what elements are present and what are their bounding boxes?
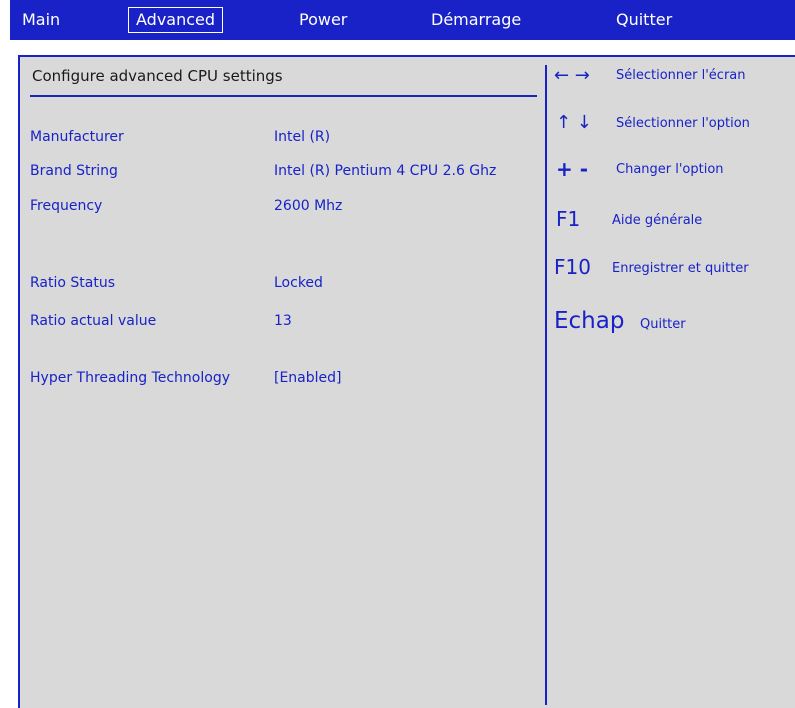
arrows-left-right-icon: ← → [554,65,590,86]
panel-divider [545,65,547,705]
menu-tab-main[interactable]: Main [22,7,60,33]
help-desc-save-exit: Enregistrer et quitter [612,261,749,276]
bios-menu-bar: Main Advanced Power Démarrage Quitter [10,0,795,40]
menu-tab-demarrage[interactable]: Démarrage [431,7,521,33]
setting-label: Ratio actual value [30,313,157,329]
hyper-threading-option[interactable]: [Enabled] [274,370,342,386]
setting-row-manufacturer: Manufacturer Intel (R) [20,129,545,151]
key-help-panel: ← → Sélectionner l'écran ↑ ↓ Sélectionne… [548,57,795,707]
key-f10: F10 [554,255,591,279]
setting-label: Manufacturer [30,129,124,145]
setting-value: 13 [274,313,292,329]
plus-minus-icon: + - [556,157,589,181]
key-echap: Echap [554,308,625,334]
help-desc-select-option: Sélectionner l'option [616,116,750,131]
title-divider [30,95,537,97]
setting-row-hyper-threading[interactable]: Hyper Threading Technology [Enabled] [20,370,545,392]
setting-label: Brand String [30,163,118,179]
help-desc-change-option: Changer l'option [616,162,724,177]
settings-frame: Configure advanced CPU settings Manufact… [18,55,795,708]
setting-row-brand-string: Brand String Intel (R) Pentium 4 CPU 2.6… [20,163,545,185]
setting-value: Intel (R) [274,129,331,145]
menu-tab-advanced[interactable]: Advanced [128,7,224,33]
help-desc-select-screen: Sélectionner l'écran [616,68,746,83]
help-desc-quit: Quitter [640,317,686,332]
arrows-up-down-icon: ↑ ↓ [556,112,592,133]
setting-row-ratio-actual-value: Ratio actual value 13 [20,313,545,335]
help-desc-general-help: Aide générale [612,213,703,228]
setting-label: Hyper Threading Technology [30,370,230,386]
menu-tab-power[interactable]: Power [299,7,347,33]
setting-row-frequency: Frequency 2600 Mhz [20,198,545,220]
setting-value: 2600 Mhz [274,198,343,214]
setting-row-ratio-status: Ratio Status Locked [20,275,545,297]
menu-tab-quitter[interactable]: Quitter [616,7,672,33]
setting-value: Intel (R) Pentium 4 CPU 2.6 Ghz [274,163,497,179]
key-f1: F1 [556,207,581,231]
setting-label: Frequency [30,198,103,214]
setting-label: Ratio Status [30,275,116,291]
section-title: Configure advanced CPU settings [32,67,283,85]
setting-value: Locked [274,275,323,291]
